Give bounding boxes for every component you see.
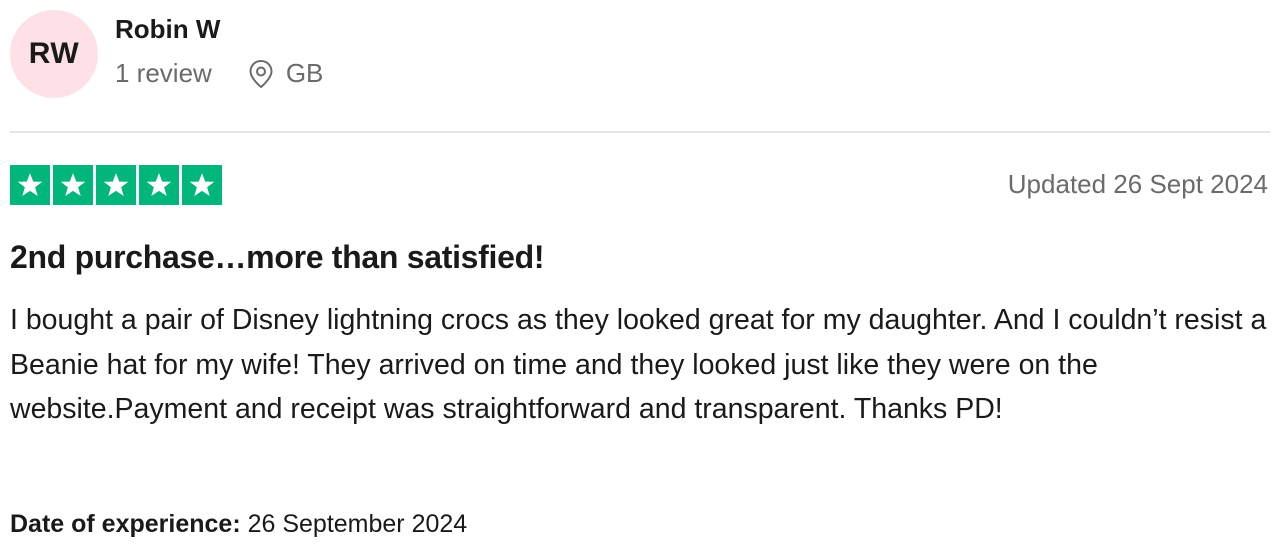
reviewer-country: GB (285, 58, 324, 88)
reviewer-name[interactable]: Robin W (115, 14, 220, 45)
avatar[interactable]: RW (10, 10, 98, 98)
star-icon (10, 165, 50, 205)
review-title[interactable]: 2nd purchase…more than satisfied! (10, 239, 545, 276)
review-card: RW Robin W 1 review GB Updated 26 Sept 2… (0, 0, 1274, 549)
star-icon (96, 165, 136, 205)
review-count: 1 review (115, 58, 212, 88)
review-body: I bought a pair of Disney lightning croc… (10, 304, 1267, 425)
date-of-experience: Date of experience: 26 September 2024 (10, 510, 467, 539)
star-icon (182, 165, 222, 205)
divider (10, 131, 1270, 133)
experience-label: Date of experience: (10, 510, 241, 538)
star-rating (10, 165, 222, 205)
star-icon (139, 165, 179, 205)
avatar-initials: RW (28, 37, 80, 70)
map-pin-icon (248, 59, 274, 89)
star-icon (53, 165, 93, 205)
reviewer-meta: 1 review GB (115, 58, 323, 89)
updated-date: Updated 26 Sept 2024 (1007, 169, 1268, 199)
experience-date: 26 September 2024 (247, 510, 468, 538)
